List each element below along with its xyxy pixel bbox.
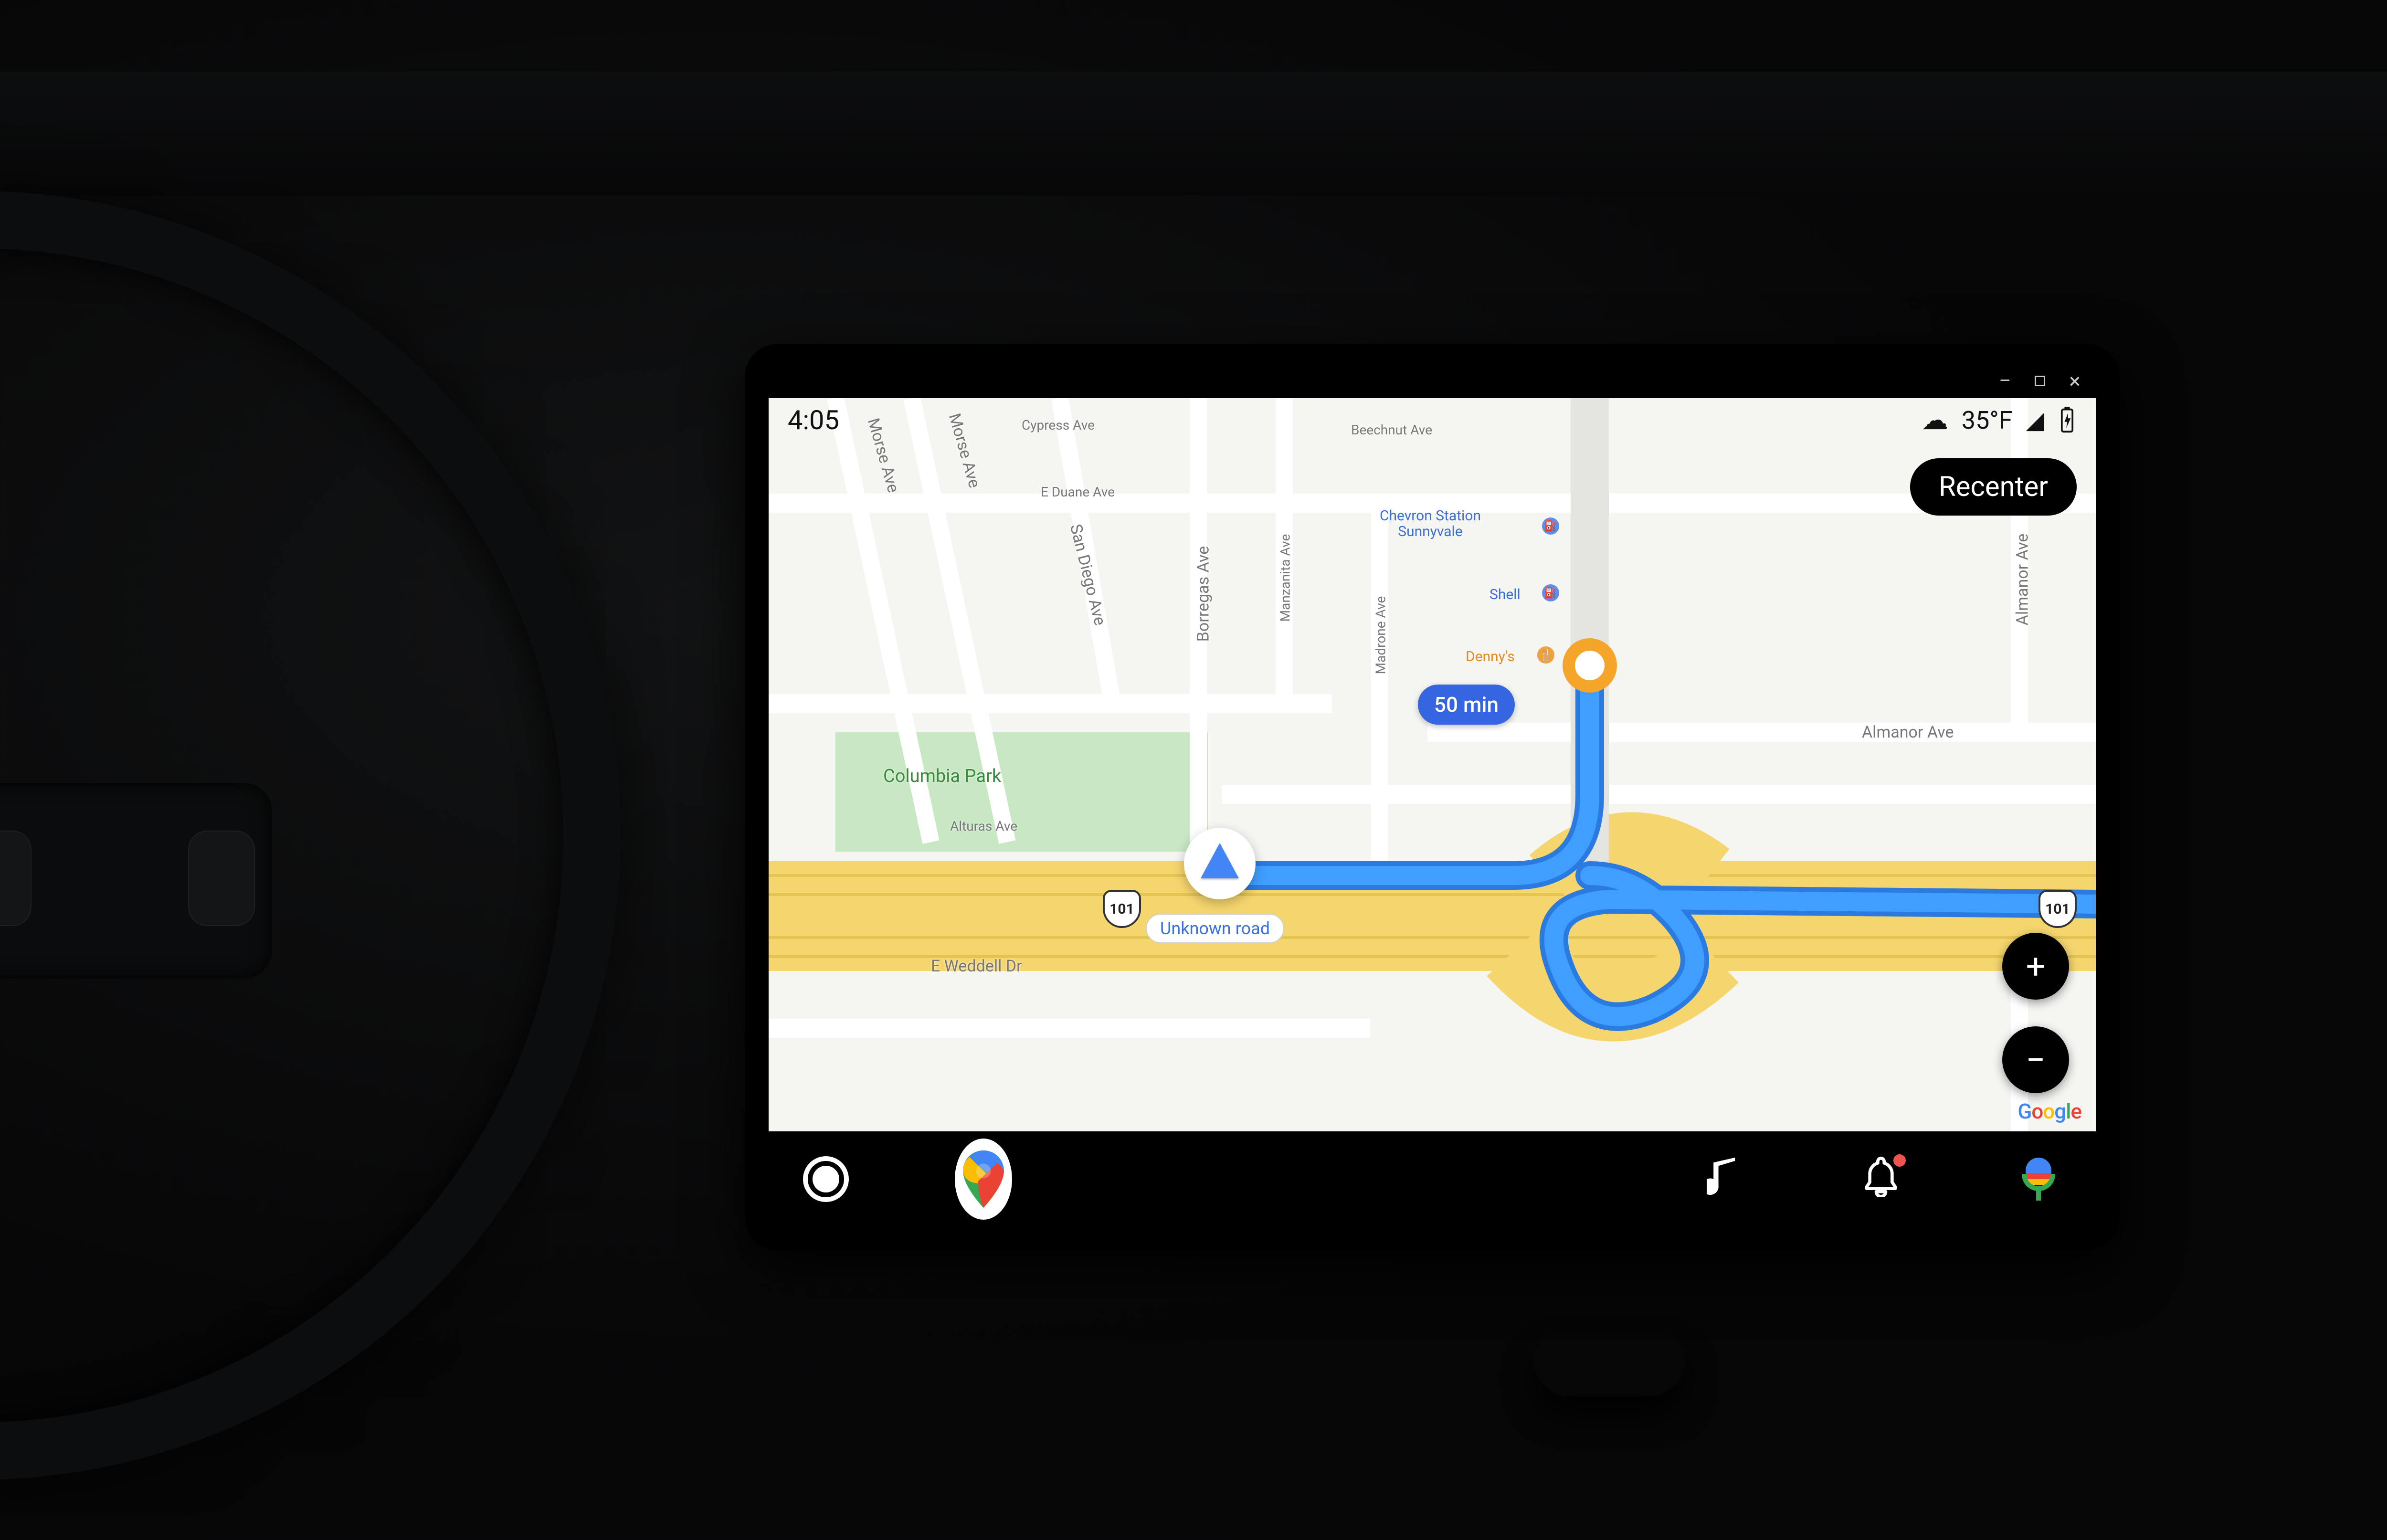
head-unit-display: – ×	[769, 368, 2096, 1227]
steering-wheel-hub	[0, 783, 272, 979]
navigation-arrow-icon	[1201, 843, 1239, 878]
minimize-button[interactable]: –	[1996, 372, 2014, 390]
dashboard-scene: – ×	[0, 0, 2387, 1540]
poi-label-chevron[interactable]: Chevron Station Sunnyvale	[1380, 508, 1481, 539]
highway-shield: 101	[1103, 890, 1141, 928]
road-label: Cypress Ave	[1022, 417, 1095, 433]
console-knob	[1533, 1330, 1686, 1397]
poi-label-shell[interactable]: Shell	[1489, 587, 1521, 602]
road-label: Borregas Ave	[1194, 546, 1213, 642]
wheel-left-controls-pad	[0, 831, 32, 926]
system-nav-bar	[769, 1131, 2096, 1227]
poi-label-dennys[interactable]: Denny's	[1466, 649, 1515, 665]
wheel-right-controls-pad	[188, 831, 255, 926]
google-maps-icon	[955, 1139, 1012, 1220]
music-app-button[interactable]	[1695, 1150, 1752, 1208]
current-location-marker[interactable]	[1184, 828, 1256, 899]
current-road-pill: Unknown road	[1146, 914, 1284, 943]
restaurant-icon[interactable]: 🍴	[1537, 646, 1554, 664]
road-label: Madrone Ave	[1373, 596, 1388, 675]
google-maps-app-button[interactable]	[955, 1150, 1012, 1208]
maximize-button[interactable]	[2035, 376, 2045, 386]
app-launcher-button[interactable]	[797, 1150, 855, 1208]
music-note-icon	[1707, 1154, 1740, 1204]
road-label: Beechnut Ave	[1351, 422, 1432, 438]
google-attribution: Google	[2017, 1099, 2081, 1124]
gas-station-icon[interactable]: ⛽	[1542, 584, 1559, 601]
zoom-out-button[interactable]: −	[2002, 1026, 2069, 1093]
road-label: Alturas Ave	[950, 818, 1017, 834]
zoom-in-button[interactable]: +	[2002, 933, 2069, 1000]
notifications-button[interactable]	[1852, 1150, 1910, 1208]
app-launcher-icon	[803, 1156, 849, 1202]
notification-badge	[1893, 1154, 1906, 1167]
road-label: E Weddell Dr	[931, 957, 1022, 976]
highway-shield: 101	[2038, 890, 2077, 928]
traffic-eta-pill[interactable]: 50 min	[1418, 685, 1515, 725]
gas-station-icon[interactable]: ⛽	[1542, 517, 1559, 535]
window-controls: – ×	[1996, 372, 2083, 390]
road-label: Almanor Ave	[2013, 534, 2032, 626]
road-label: E Duane Ave	[1041, 484, 1115, 500]
map-canvas[interactable]: Morse Ave Morse Ave Cypress Ave E Duane …	[769, 398, 2096, 1131]
voice-assistant-button[interactable]	[2010, 1150, 2067, 1208]
recenter-button[interactable]: Recenter	[1910, 458, 2077, 516]
google-assistant-mic-icon	[2026, 1158, 2051, 1201]
dashboard-trim	[0, 72, 2387, 196]
road-label: Manzanita Ave	[1277, 534, 1293, 622]
road-label: Almanor Ave	[1862, 723, 1954, 742]
park-label: Columbia Park	[883, 766, 1001, 787]
close-button[interactable]: ×	[2066, 372, 2083, 390]
head-unit-bezel: – ×	[745, 344, 2120, 1251]
